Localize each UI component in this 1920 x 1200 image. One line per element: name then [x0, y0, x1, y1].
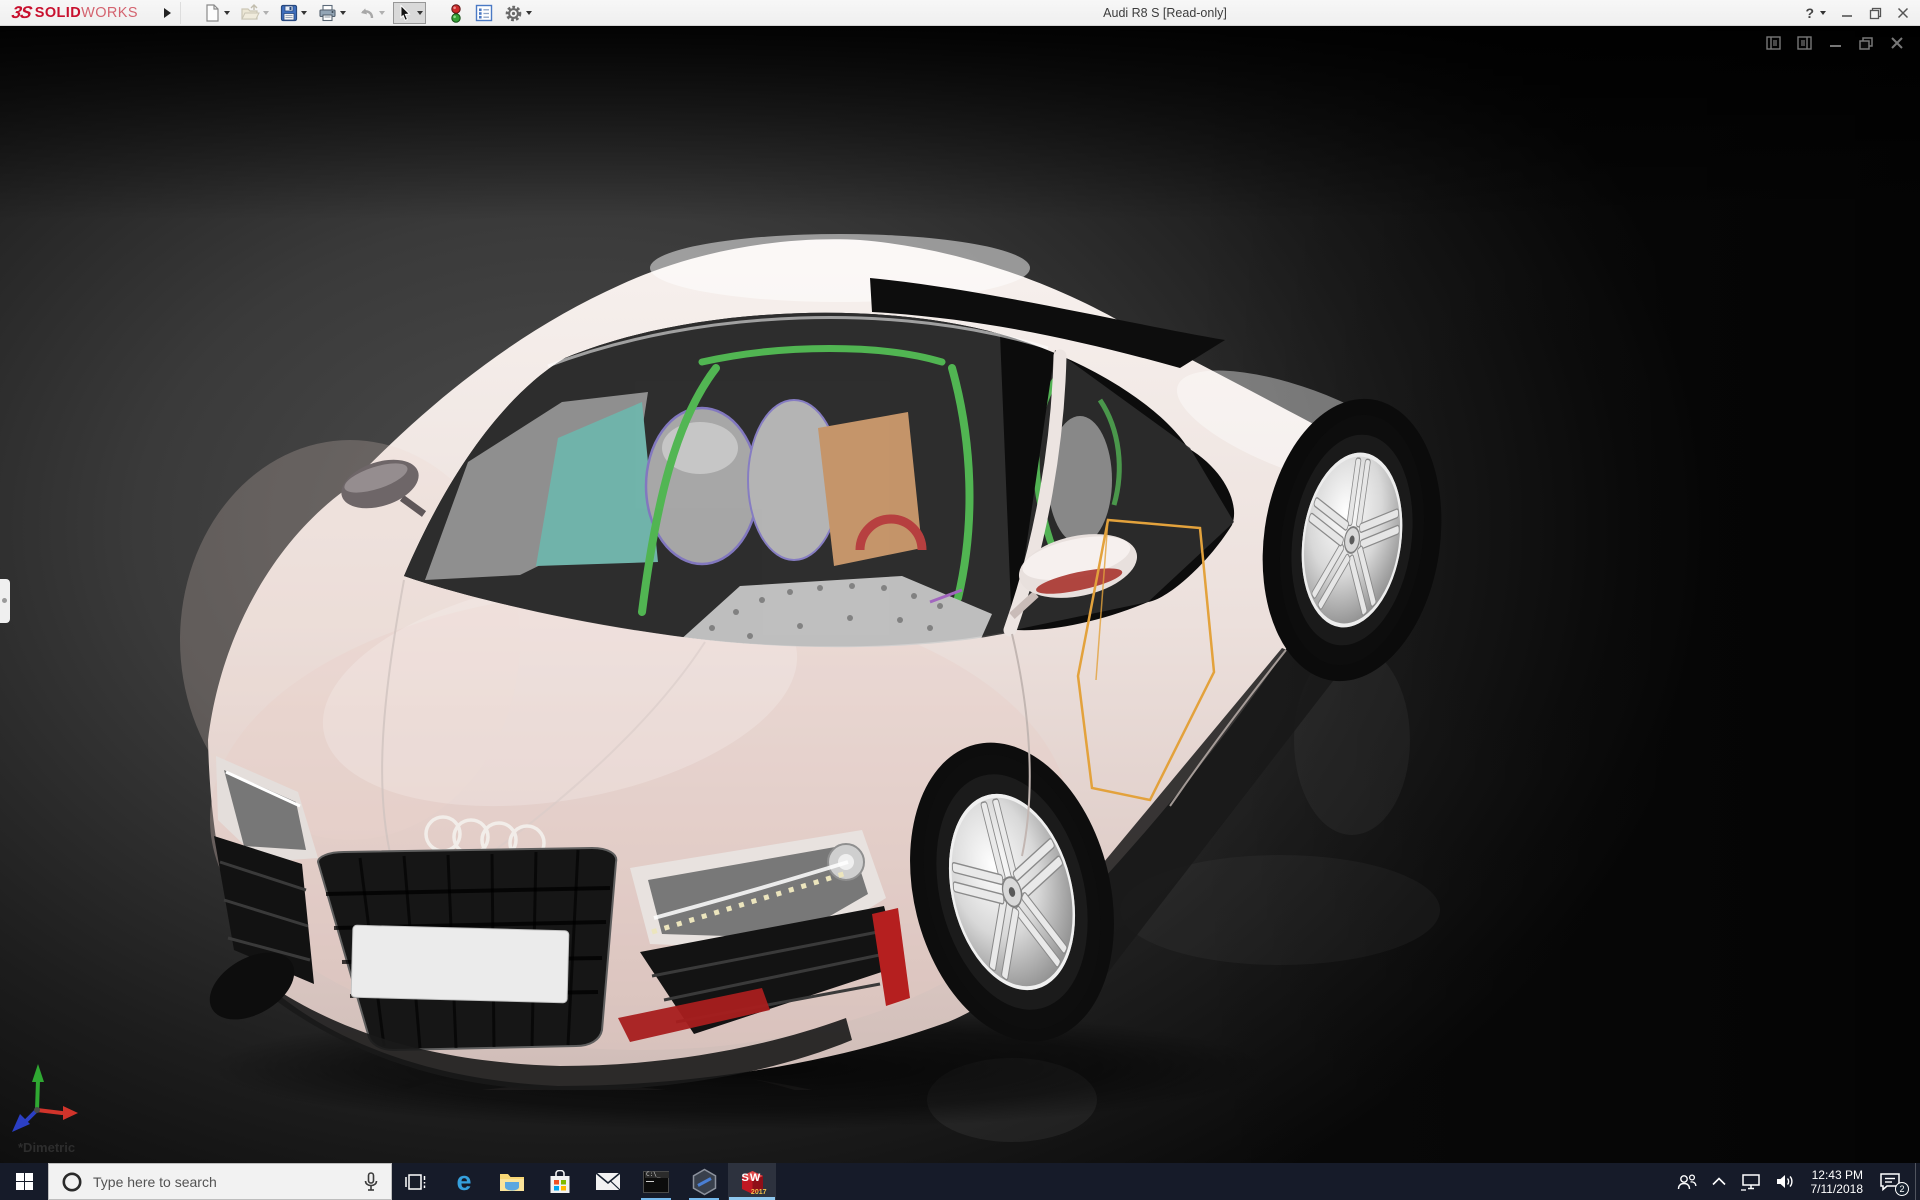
close-icon: [1897, 7, 1909, 19]
titlebar: 3S SOLID WORKS Audi R8 S [Read-only] ?: [0, 0, 1920, 26]
taskbar-app-file-explorer[interactable]: [488, 1163, 536, 1200]
taskbar-app-solidworks[interactable]: SW 2017: [728, 1163, 776, 1200]
tray-time: 12:43 PM: [1811, 1167, 1863, 1182]
solidworks-logo: 3S SOLID WORKS: [10, 0, 138, 26]
window-title: Audi R8 S [Read-only]: [1103, 6, 1227, 20]
chevron-up-icon: [1711, 1177, 1726, 1186]
traffic-light-icon: [451, 3, 461, 23]
minimize-icon: [1842, 15, 1852, 17]
quick-access-toolbar: [200, 0, 540, 26]
graphics-viewport[interactable]: *Dimetric: [0, 27, 1920, 1163]
microphone-icon[interactable]: [363, 1171, 379, 1192]
taskbar-app-hexagon[interactable]: [680, 1163, 728, 1200]
document-restore-button[interactable]: [1857, 35, 1875, 51]
rebuild-button[interactable]: [445, 2, 467, 24]
new-document-button[interactable]: [200, 2, 233, 24]
solidworks-2017-icon: SW 2017: [739, 1168, 767, 1196]
close-button[interactable]: [1896, 6, 1910, 20]
command-prompt-icon: C:\_: [643, 1170, 669, 1193]
reference-triad: [12, 1064, 78, 1132]
pane-left-icon[interactable]: [1764, 35, 1782, 51]
system-tray: 12:43 PM 7/11/2018 2: [1669, 1163, 1920, 1200]
gear-icon: [505, 5, 522, 21]
microsoft-store-icon: [550, 1169, 570, 1193]
solidworks-icon-year: 2017: [750, 1189, 767, 1196]
hexagon-app-icon: [692, 1168, 716, 1195]
pane-right-icon[interactable]: [1795, 35, 1813, 51]
brand-solid: SOLID: [34, 5, 82, 21]
command-prompt-title-text: C:\_: [645, 1171, 669, 1178]
brand-works: WORKS: [81, 5, 138, 21]
windows-taskbar: Type here to search e C:\_ SW 2017 12:43…: [0, 1163, 1920, 1200]
restore-button[interactable]: [1868, 6, 1882, 20]
start-button[interactable]: [0, 1163, 48, 1200]
list-icon: [475, 4, 493, 22]
task-view-icon: [405, 1173, 426, 1190]
people-button[interactable]: [1669, 1163, 1705, 1200]
model-scene: [12, 27, 1920, 1163]
cortana-icon: [62, 1172, 82, 1191]
window-controls: ?: [1805, 0, 1910, 26]
toolbar-separator: [180, 2, 181, 24]
printer-icon: [319, 4, 336, 22]
undo-button[interactable]: [354, 2, 388, 24]
dropdown-caret-icon[interactable]: [526, 11, 532, 15]
show-desktop-button[interactable]: [1915, 1163, 1920, 1200]
open-button[interactable]: [238, 2, 272, 24]
dropdown-caret-icon[interactable]: [340, 11, 346, 15]
restore-icon: [1869, 7, 1881, 19]
help-label: ?: [1805, 5, 1814, 21]
solidworks-icon-label: SW: [741, 1172, 762, 1184]
dropdown-caret-icon[interactable]: [224, 11, 230, 15]
floppy-icon: [280, 4, 298, 22]
view-orientation-label: *Dimetric: [18, 1140, 76, 1155]
dropdown-caret-icon: [379, 11, 385, 15]
dassault-logo-mark: 3S: [10, 3, 33, 22]
dropdown-caret-icon: [263, 11, 269, 15]
minimize-button[interactable]: [1840, 6, 1854, 20]
action-center-button[interactable]: 2: [1871, 1163, 1913, 1200]
people-icon: [1677, 1173, 1696, 1189]
undo-arrow-icon: [361, 8, 374, 19]
search-placeholder: Type here to search: [93, 1173, 217, 1190]
print-button[interactable]: [315, 2, 349, 24]
cursor-icon: [400, 4, 411, 21]
search-input[interactable]: Type here to search: [48, 1163, 392, 1200]
taskbar-app-store[interactable]: [536, 1163, 584, 1200]
notification-badge: 2: [1895, 1182, 1909, 1196]
page-icon: [206, 4, 219, 22]
taskbar-app-command-prompt[interactable]: C:\_: [632, 1163, 680, 1200]
dropdown-caret-icon[interactable]: [301, 11, 307, 15]
file-properties-button[interactable]: [472, 2, 496, 24]
windows-logo-icon: [15, 1173, 33, 1190]
tray-overflow-button[interactable]: [1705, 1163, 1733, 1200]
mail-icon: [595, 1172, 621, 1191]
select-button[interactable]: [393, 2, 426, 24]
taskbar-app-edge[interactable]: e: [440, 1163, 488, 1200]
file-explorer-icon: [500, 1173, 524, 1191]
menu-flyout-arrow-icon[interactable]: [160, 5, 174, 21]
dropdown-caret-icon[interactable]: [417, 11, 423, 15]
document-minimize-button[interactable]: [1826, 35, 1844, 51]
tray-date: 7/11/2018: [1810, 1181, 1864, 1196]
task-view-button[interactable]: [392, 1163, 440, 1200]
volume-button[interactable]: [1769, 1163, 1803, 1200]
folder-icon: [241, 4, 260, 20]
featuremanager-splitter-tab[interactable]: [0, 579, 10, 623]
dropdown-caret-icon: [1820, 11, 1826, 15]
clock[interactable]: 12:43 PM 7/11/2018: [1803, 1163, 1872, 1200]
save-button[interactable]: [277, 2, 310, 24]
network-button[interactable]: [1733, 1163, 1769, 1200]
taskbar-left: Type here to search e C:\_ SW 2017: [0, 1163, 776, 1200]
network-icon: [1740, 1173, 1760, 1191]
edge-icon: e: [456, 1166, 472, 1196]
taskbar-app-mail[interactable]: [584, 1163, 632, 1200]
help-button[interactable]: ?: [1805, 5, 1826, 21]
speaker-icon: [1776, 1175, 1793, 1188]
document-window-controls: [1764, 35, 1906, 51]
solidworks-window: 3S SOLID WORKS Audi R8 S [Read-only] ? *…: [0, 0, 1920, 1200]
options-button[interactable]: [501, 2, 535, 24]
document-close-button[interactable]: [1888, 35, 1906, 51]
